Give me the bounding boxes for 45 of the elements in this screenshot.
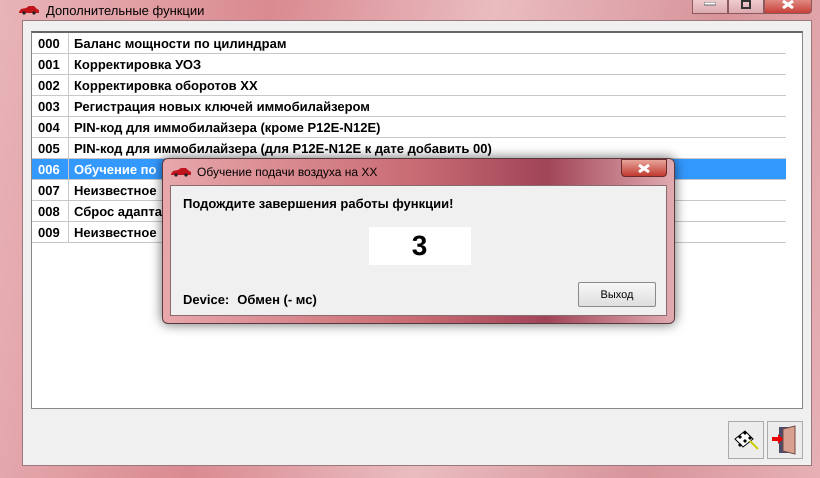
function-code: 006: [32, 159, 69, 179]
function-code: 007: [32, 180, 69, 200]
function-name: Баланс мощности по цилиндрам: [73, 36, 286, 50]
minimize-button[interactable]: [692, 0, 728, 14]
close-button[interactable]: [764, 0, 812, 14]
function-name: Сброс адапта: [73, 204, 162, 218]
close-icon: [782, 0, 794, 8]
function-name: Неизвестное: [73, 224, 157, 240]
function-row[interactable]: 002 Корректировка оборотов XX: [32, 75, 786, 96]
function-name: Обучение по: [73, 162, 156, 176]
function-row[interactable]: 003 Регистрация новых ключей иммобилайзером: [32, 96, 786, 117]
function-name: Регистрация новых ключей иммобилайзером: [73, 98, 370, 114]
function-code: 000: [32, 33, 69, 53]
function-row[interactable]: 001 Корректировка УОЗ: [32, 54, 786, 75]
flag-button[interactable]: [728, 421, 764, 459]
wait-message: Подождите завершения работы функции!: [183, 196, 454, 211]
function-code: 009: [32, 222, 69, 242]
function-code: 008: [32, 201, 69, 221]
function-row[interactable]: 000 Баланс мощности по цилиндрам: [32, 33, 786, 54]
car-icon: [170, 167, 192, 177]
exit-button[interactable]: Выход: [578, 282, 656, 307]
exit-button[interactable]: [767, 421, 803, 459]
function-name: Корректировка оборотов XX: [73, 78, 258, 92]
countdown-display: 3: [368, 227, 470, 265]
dialog-title: Обучение подачи воздуха на XX: [197, 165, 378, 179]
minimize-icon: [704, 2, 716, 6]
function-name: PIN-код для иммобилайзера (для P12E-N12E к дате добавить 00): [73, 140, 492, 156]
function-name: Неизвестное: [73, 182, 157, 198]
function-code: 003: [32, 96, 69, 116]
function-code: 004: [32, 117, 69, 137]
checkered-flag-icon: [733, 429, 759, 451]
maximize-icon: [741, 0, 751, 8]
window-title: Дополнительные функции: [46, 2, 204, 18]
function-code: 002: [32, 75, 69, 95]
function-name: Корректировка УОЗ: [73, 56, 202, 72]
function-code: 005: [32, 138, 69, 158]
device-status: Обмен (- мс): [237, 292, 317, 307]
maximize-button[interactable]: [728, 0, 764, 14]
close-icon: [638, 164, 650, 172]
function-code: 001: [32, 54, 69, 74]
car-icon: [18, 5, 40, 15]
close-button[interactable]: [621, 159, 667, 177]
function-row[interactable]: 004 PIN-код для иммобилайзера (кроме P12E-N12E): [32, 117, 786, 138]
device-label: Device:: [183, 292, 230, 307]
function-name: PIN-код для иммобилайзера (кроме P12E-N12E): [73, 120, 380, 134]
